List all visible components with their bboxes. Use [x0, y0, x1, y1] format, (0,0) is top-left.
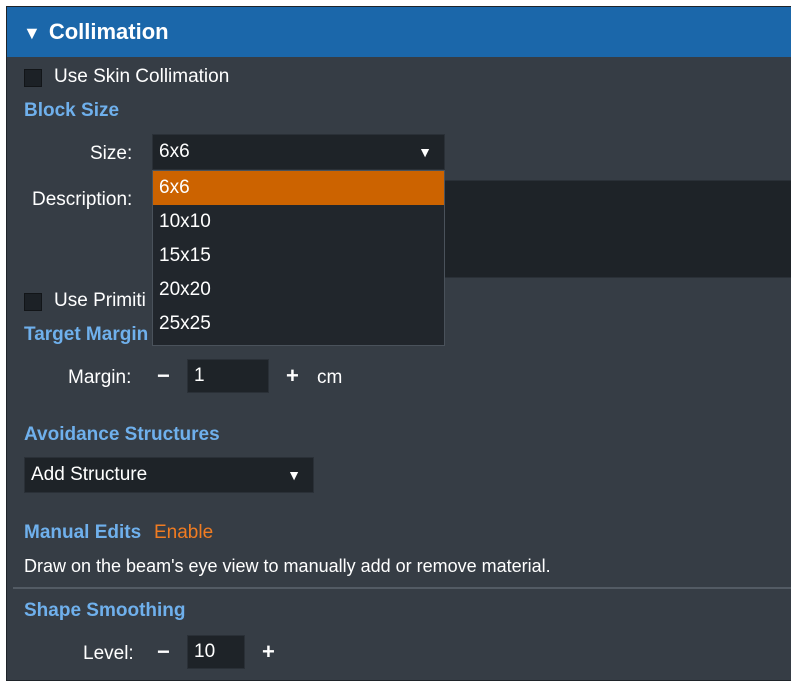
margin-plus-button[interactable]: +: [286, 363, 299, 389]
triangle-down-icon[interactable]: ▼: [23, 23, 41, 43]
margin-unit: cm: [317, 367, 343, 388]
divider: [13, 587, 791, 589]
level-label: Level:: [83, 643, 134, 664]
description-label: Description:: [32, 189, 133, 210]
collimation-panel: ▼ Collimation Use Skin Collimation Block …: [6, 6, 791, 681]
primitive-checkbox[interactable]: [24, 293, 42, 311]
add-structure-value: Add Structure: [31, 464, 148, 485]
size-dropdown-list: 6x6 10x10 15x15 20x20 25x25: [152, 170, 445, 346]
level-input[interactable]: 10: [187, 635, 245, 669]
primitive-label: Use Primiti: [54, 290, 146, 311]
shape-smoothing-title: Shape Smoothing: [24, 600, 186, 621]
margin-minus-button[interactable]: −: [157, 363, 170, 389]
block-size-title: Block Size: [24, 100, 120, 121]
size-option-20x20[interactable]: 20x20: [153, 273, 444, 307]
size-option-6x6[interactable]: 6x6: [153, 171, 444, 205]
size-option-15x15[interactable]: 15x15: [153, 239, 444, 273]
size-label: Size:: [90, 143, 133, 164]
target-margin-title: Target Margin: [24, 324, 149, 345]
level-plus-button[interactable]: +: [262, 639, 275, 665]
chevron-down-icon: ▼: [418, 144, 432, 160]
size-option-25x25[interactable]: 25x25: [153, 307, 444, 341]
add-structure-select[interactable]: Add Structure ▼: [24, 457, 314, 493]
margin-label: Margin:: [68, 367, 132, 388]
size-option-10x10[interactable]: 10x10: [153, 205, 444, 239]
chevron-down-icon: ▼: [287, 467, 301, 483]
margin-input[interactable]: 1: [187, 359, 269, 393]
header-title: Collimation: [48, 19, 169, 44]
skin-collimation-label: Use Skin Collimation: [54, 66, 230, 87]
skin-collimation-checkbox[interactable]: [24, 69, 42, 87]
avoidance-title: Avoidance Structures: [24, 424, 220, 445]
level-value: 10: [194, 641, 216, 662]
size-select[interactable]: 6x6 ▼: [152, 134, 445, 170]
enable-link[interactable]: Enable: [154, 522, 213, 544]
margin-value: 1: [194, 365, 205, 386]
size-select-value: 6x6: [159, 141, 190, 162]
collimation-header[interactable]: ▼ Collimation: [7, 7, 791, 57]
level-minus-button[interactable]: −: [157, 639, 170, 665]
manual-edits-title: Manual Edits: [24, 522, 142, 543]
manual-edits-description: Draw on the beam's eye view to manually …: [24, 556, 551, 576]
